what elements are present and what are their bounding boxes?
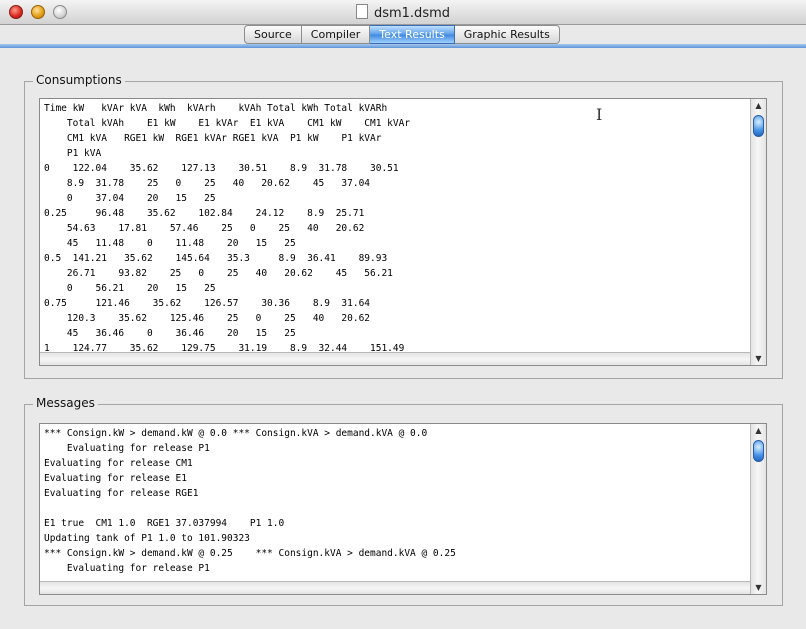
messages-text-area[interactable]: *** Consign.kW > demand.kW @ 0.0 *** Con… [39,423,767,595]
tab-bar: Source Compiler Text Results Graphic Res… [0,24,806,44]
window-title-wrap: dsm1.dsmd [0,4,806,21]
scroll-down-icon[interactable]: ▼ [751,352,766,365]
tab-divider [0,44,806,48]
consumptions-vertical-scrollbar[interactable]: ▲ ▼ [750,99,766,365]
messages-horizontal-scrollbar[interactable] [40,581,751,594]
text-cursor-icon: I [596,105,603,124]
messages-label: Messages [33,396,98,410]
scroll-up-icon[interactable]: ▲ [751,99,766,112]
messages-group: Messages *** Consign.kW > demand.kW @ 0.… [24,396,783,606]
document-icon [355,4,368,19]
title-bar: dsm1.dsmd [0,0,806,25]
consumptions-group: Consumptions Time kW kVAr kVA kWh kVArh … [24,73,783,379]
consumptions-text-area[interactable]: Time kW kVAr kVA kWh kVArh kVAh Total kW… [39,98,767,366]
consumptions-label: Consumptions [33,73,125,87]
scroll-up-icon[interactable]: ▲ [751,424,766,437]
consumptions-horizontal-scrollbar[interactable] [40,352,751,365]
tab-text-results[interactable]: Text Results [370,25,455,44]
tab-source[interactable]: Source [244,25,302,44]
messages-text: *** Consign.kW > demand.kW @ 0.0 *** Con… [44,428,456,574]
messages-vertical-scrollbar[interactable]: ▲ ▼ [750,424,766,594]
app-window: dsm1.dsmd Source Compiler Text Results G… [0,0,806,629]
consumptions-text: Time kW kVAr kVA kWh kVArh kVAh Total kW… [44,103,411,354]
tab-compiler[interactable]: Compiler [301,25,371,44]
consumptions-scroll-thumb[interactable] [753,115,764,137]
messages-scroll-thumb[interactable] [753,440,764,462]
window-title: dsm1.dsmd [373,6,451,21]
tab-graphic-results[interactable]: Graphic Results [454,25,560,44]
scroll-down-icon[interactable]: ▼ [751,581,766,594]
